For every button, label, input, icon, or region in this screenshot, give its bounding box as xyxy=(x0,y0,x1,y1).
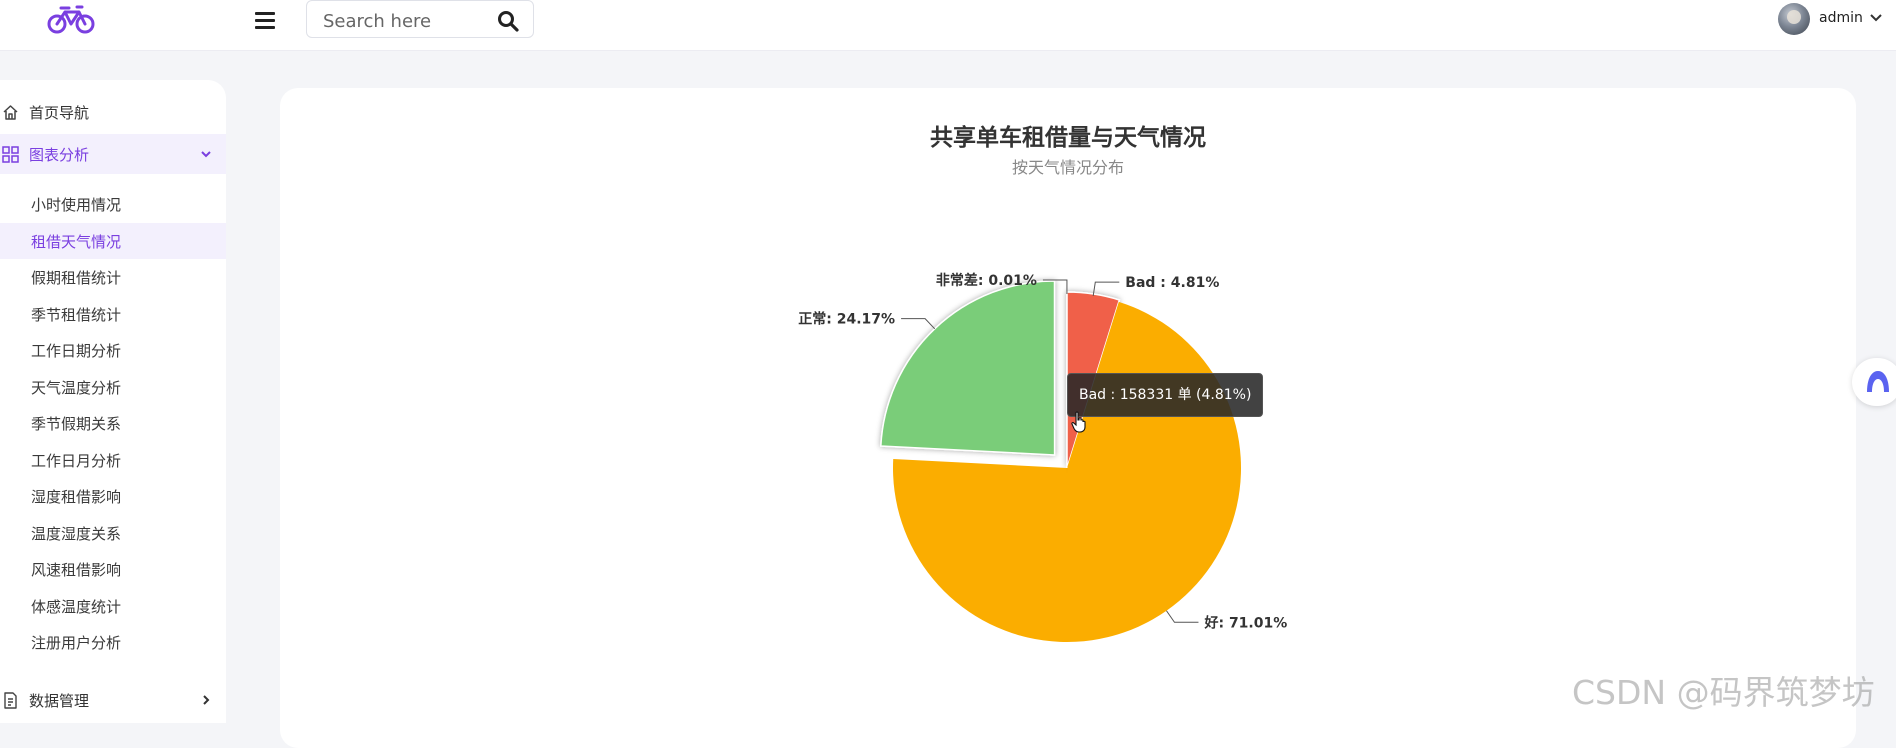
pie-label-line-1 xyxy=(1166,611,1198,622)
pie-label-1: 好: 71.01% xyxy=(1203,614,1287,631)
pie-slice-2[interactable] xyxy=(881,281,1055,455)
assistant-icon xyxy=(1864,368,1892,396)
assistant-float-button[interactable] xyxy=(1852,358,1896,406)
pie-label-2: 正常: 24.17% xyxy=(798,311,895,328)
pie-label-line-2 xyxy=(901,319,935,329)
hand-cursor-icon xyxy=(1071,411,1087,433)
pie-label-0: Bad : 4.81% xyxy=(1125,275,1219,291)
pie-label-3: 非常差: 0.01% xyxy=(936,272,1037,289)
pie-chart: Bad : 4.81% 好: 71.01% 正常: 24.17% 非常差: 0.01% xyxy=(0,0,1896,723)
chart-tooltip: Bad : 158331 单 (4.81%) xyxy=(1067,373,1263,417)
